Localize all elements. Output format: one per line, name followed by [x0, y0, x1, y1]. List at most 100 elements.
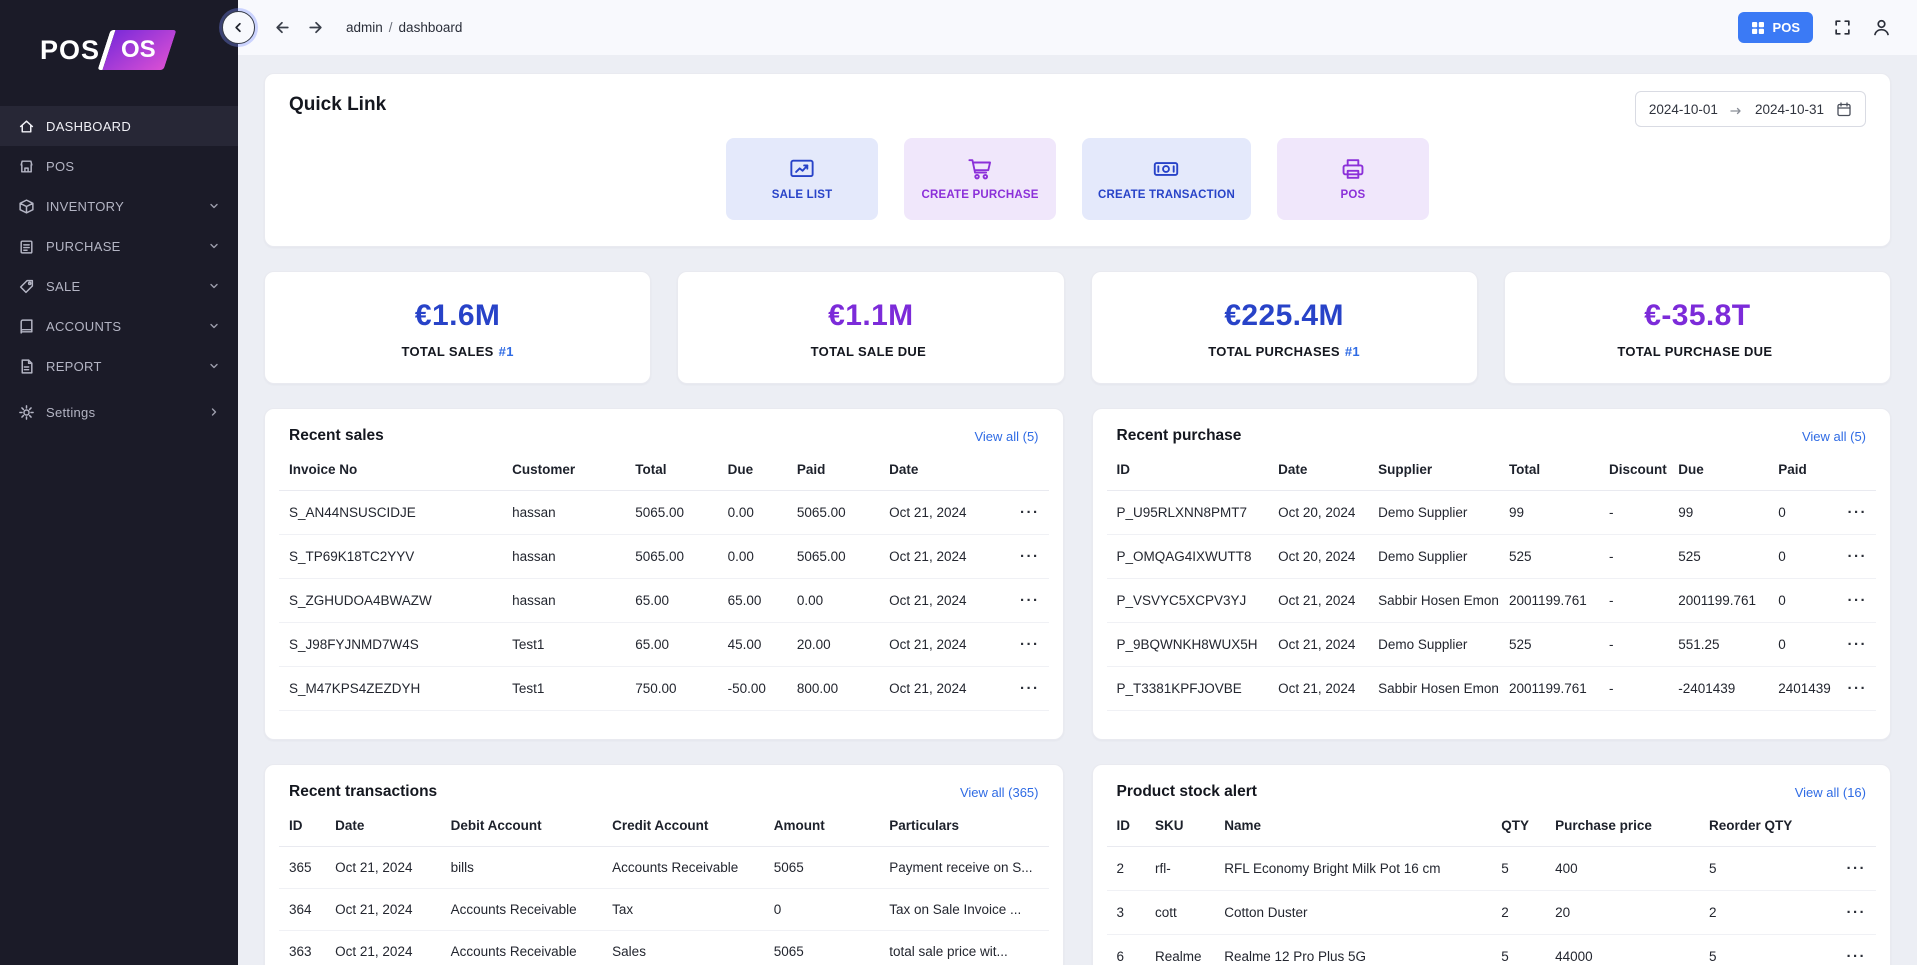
column-header: ID: [279, 805, 325, 847]
row-actions-icon[interactable]: ···: [1848, 504, 1868, 521]
table-cell: 0.00: [787, 579, 879, 623]
table-cell: -2401439: [1668, 667, 1768, 711]
table-cell: 750.00: [625, 667, 717, 711]
table-row: P_VSVYC5XCPV3YJOct 21, 2024Sabbir Hosen …: [1107, 579, 1877, 623]
quick-link-create-transaction[interactable]: CREATE TRANSACTION: [1082, 138, 1251, 220]
sidebar-collapse-button[interactable]: [222, 11, 255, 44]
product-stock-alert-view-all-link[interactable]: View all (16): [1795, 785, 1866, 800]
table-cell: 44000: [1545, 935, 1699, 965]
table-cell: Oct 21, 2024: [879, 623, 1010, 667]
table-cell: 2001199.761: [1499, 579, 1599, 623]
printer-icon: [1340, 157, 1366, 181]
sidebar-item-inventory[interactable]: INVENTORY: [0, 186, 238, 226]
quick-link-create-purchase[interactable]: CREATE PURCHASE: [904, 138, 1056, 220]
row-actions-icon[interactable]: ···: [1848, 636, 1868, 653]
sidebar-item-report[interactable]: REPORT: [0, 346, 238, 386]
pos-button[interactable]: POS: [1738, 12, 1813, 43]
recent-sales-title: Recent sales: [289, 427, 384, 445]
table-header-row: IDDateDebit AccountCredit AccountAmountP…: [279, 805, 1049, 847]
stat-label: TOTAL PURCHASE DUE: [1515, 344, 1880, 359]
table-cell: 5065.00: [787, 491, 879, 535]
actions-column-header: [1010, 449, 1049, 491]
sidebar-item-purchase[interactable]: PURCHASE: [0, 226, 238, 266]
stat-label-text: TOTAL SALES: [402, 344, 494, 359]
stat-value: €225.4M: [1102, 299, 1467, 333]
product-stock-alert-card: Product stock alert View all (16) IDSKUN…: [1092, 764, 1892, 965]
stat-label-text: TOTAL SALE DUE: [811, 344, 926, 359]
back-arrow-icon[interactable]: [274, 19, 291, 36]
sidebar-item-label: ACCOUNTS: [46, 319, 121, 334]
calendar-icon: [1836, 101, 1852, 117]
document-icon: [18, 358, 35, 375]
breadcrumb-section[interactable]: admin: [346, 20, 383, 35]
row-actions-icon[interactable]: ···: [1847, 860, 1867, 877]
product-stock-alert-table: IDSKUNameQTYPurchase priceReorder QTY 2r…: [1107, 805, 1877, 965]
forward-arrow-icon[interactable]: [307, 19, 324, 36]
table-cell: 525: [1499, 623, 1599, 667]
breadcrumb-current: dashboard: [399, 20, 463, 35]
table-row: 6RealmeRealme 12 Pro Plus 5G5440005···: [1107, 935, 1877, 965]
table-cell: 20: [1545, 891, 1699, 935]
user-profile-icon[interactable]: [1872, 18, 1891, 37]
logo-pos-text: POS: [40, 35, 100, 66]
product-stock-alert-title: Product stock alert: [1117, 783, 1257, 801]
date-to: 2024-10-31: [1755, 102, 1824, 117]
recent-sales-card: Recent sales View all (5) Invoice NoCust…: [264, 408, 1064, 740]
date-range-picker[interactable]: 2024-10-01 2024-10-31: [1635, 91, 1866, 127]
recent-purchase-view-all-link[interactable]: View all (5): [1802, 429, 1866, 444]
table-cell: 99: [1499, 491, 1599, 535]
column-header: Particulars: [879, 805, 1048, 847]
table-cell: Oct 20, 2024: [1268, 535, 1368, 579]
row-actions-icon[interactable]: ···: [1020, 636, 1040, 653]
quick-link-pos[interactable]: POS: [1277, 138, 1429, 220]
sidebar-item-pos[interactable]: POS: [0, 146, 238, 186]
table-cell: 5065: [764, 931, 879, 965]
table-cell: Oct 21, 2024: [325, 847, 440, 889]
table-cell: P_VSVYC5XCPV3YJ: [1107, 579, 1269, 623]
column-header: ID: [1107, 805, 1145, 847]
column-header: Date: [879, 449, 1010, 491]
sidebar-item-label: SALE: [46, 279, 80, 294]
table-cell: 2001199.761: [1499, 667, 1599, 711]
stat-link[interactable]: #1: [1345, 344, 1360, 359]
row-actions-icon[interactable]: ···: [1847, 948, 1867, 965]
quick-link-tiles: SALE LIST CREATE PURCHASE CREATE TRANSAC…: [289, 138, 1866, 220]
table-cell: Payment receive on S...: [879, 847, 1048, 889]
recent-transactions-title: Recent transactions: [289, 783, 437, 801]
sidebar-item-accounts[interactable]: ACCOUNTS: [0, 306, 238, 346]
app-root: POS OS DASHBOARD POS: [0, 0, 1917, 965]
row-actions-icon[interactable]: ···: [1848, 548, 1868, 565]
stat-link[interactable]: #1: [499, 344, 514, 359]
column-header: Credit Account: [602, 805, 764, 847]
table-cell: 2001199.761: [1668, 579, 1768, 623]
table-cell: S_TP69K18TC2YYV: [279, 535, 502, 579]
table-cell: Tax on Sale Invoice ...: [879, 889, 1048, 931]
sidebar-nav: DASHBOARD POS INVENTORY: [0, 100, 238, 432]
fullscreen-icon[interactable]: [1833, 18, 1852, 37]
row-actions-icon[interactable]: ···: [1020, 680, 1040, 697]
recent-sales-view-all-link[interactable]: View all (5): [974, 429, 1038, 444]
tables-row-2: Recent transactions View all (365) IDDat…: [264, 764, 1891, 965]
table-row: 363Oct 21, 2024Accounts ReceivableSales5…: [279, 931, 1049, 965]
row-actions-icon[interactable]: ···: [1020, 592, 1040, 609]
row-actions-icon[interactable]: ···: [1848, 592, 1868, 609]
row-actions-icon[interactable]: ···: [1020, 504, 1040, 521]
stat-label: TOTAL SALE DUE: [688, 344, 1053, 359]
stat-label-text: TOTAL PURCHASES: [1208, 344, 1340, 359]
quick-link-sale-list[interactable]: SALE LIST: [726, 138, 878, 220]
table-cell: Tax: [602, 889, 764, 931]
recent-transactions-view-all-link[interactable]: View all (365): [960, 785, 1039, 800]
table-cell: hassan: [502, 491, 625, 535]
table-row: 364Oct 21, 2024Accounts ReceivableTax0Ta…: [279, 889, 1049, 931]
sidebar-item-dashboard[interactable]: DASHBOARD: [0, 106, 238, 146]
row-actions-icon[interactable]: ···: [1847, 904, 1867, 921]
stat-total-sales: €1.6M TOTAL SALES#1: [264, 271, 651, 384]
row-actions-icon[interactable]: ···: [1020, 548, 1040, 565]
table-cell: Sales: [602, 931, 764, 965]
column-header: Supplier: [1368, 449, 1499, 491]
sidebar-item-sale[interactable]: SALE: [0, 266, 238, 306]
row-actions-icon[interactable]: ···: [1848, 680, 1868, 697]
chevron-down-icon: [208, 280, 220, 292]
sidebar-item-settings[interactable]: Settings: [0, 392, 238, 432]
column-header: QTY: [1491, 805, 1545, 847]
